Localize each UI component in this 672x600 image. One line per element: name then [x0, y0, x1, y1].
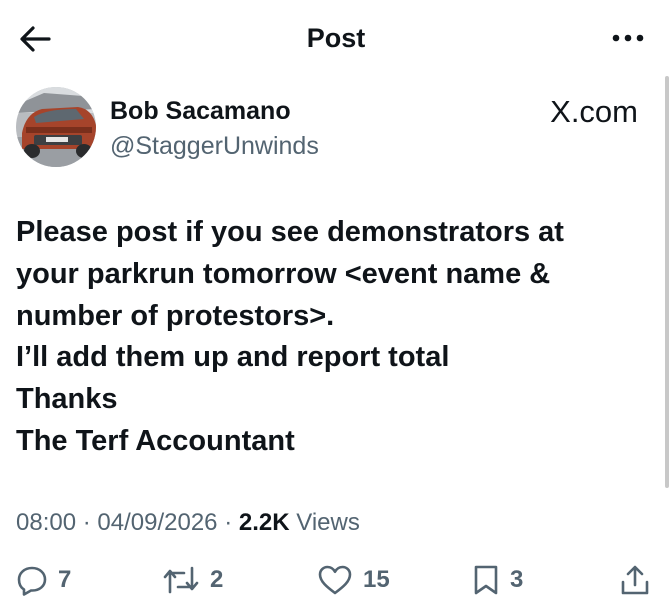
share-button[interactable] — [620, 564, 650, 596]
author-handle[interactable]: @StaggerUnwinds — [110, 130, 319, 162]
reply-button[interactable]: 7 — [16, 564, 71, 596]
repost-icon — [162, 564, 200, 596]
views-count[interactable]: 2.2K — [239, 509, 290, 536]
post-text-line: your parkrun tomorrow <event name & — [16, 257, 551, 290]
page-title: Post — [306, 23, 366, 53]
post-text-line: Thanks — [16, 383, 118, 416]
author-name[interactable]: Bob Sacamano — [110, 95, 291, 127]
bookmark-count: 3 — [510, 566, 524, 593]
meta-separator: · — [224, 509, 233, 536]
avatar[interactable] — [16, 87, 96, 167]
repost-button[interactable]: 2 — [162, 564, 223, 596]
post-text: Please post if you see demonstrators at … — [16, 212, 646, 463]
like-button[interactable]: 15 — [317, 564, 390, 596]
repost-count: 2 — [210, 566, 224, 593]
like-count: 15 — [363, 566, 390, 593]
reply-icon — [16, 564, 48, 596]
post-text-line: The Terf Accountant — [16, 424, 295, 457]
more-horizontal-icon — [612, 34, 644, 42]
bookmark-icon — [472, 564, 500, 596]
post-time[interactable]: 08:00 — [16, 509, 76, 536]
share-icon — [620, 564, 650, 596]
reply-count: 7 — [58, 566, 72, 593]
views-label[interactable]: Views — [296, 509, 360, 536]
scrollbar[interactable] — [665, 76, 669, 488]
bookmark-button[interactable]: 3 — [472, 564, 523, 596]
post-actions: 7 2 15 3 — [0, 560, 672, 600]
heart-icon — [317, 564, 353, 596]
post-text-line: number of protestors>. — [16, 299, 335, 332]
post-meta: 08:00 · 04/09/2026 · 2.2K Views — [16, 506, 360, 540]
top-bar: Post — [0, 0, 672, 76]
meta-separator: · — [82, 509, 91, 536]
x-com-watermark: X.com — [550, 94, 638, 129]
post-text-line: Please post if you see demonstrators at — [16, 216, 564, 248]
post-text-line: I’ll add them up and report total — [16, 341, 450, 374]
post-date[interactable]: 04/09/2026 — [97, 509, 217, 536]
more-options-button[interactable] — [608, 22, 648, 54]
